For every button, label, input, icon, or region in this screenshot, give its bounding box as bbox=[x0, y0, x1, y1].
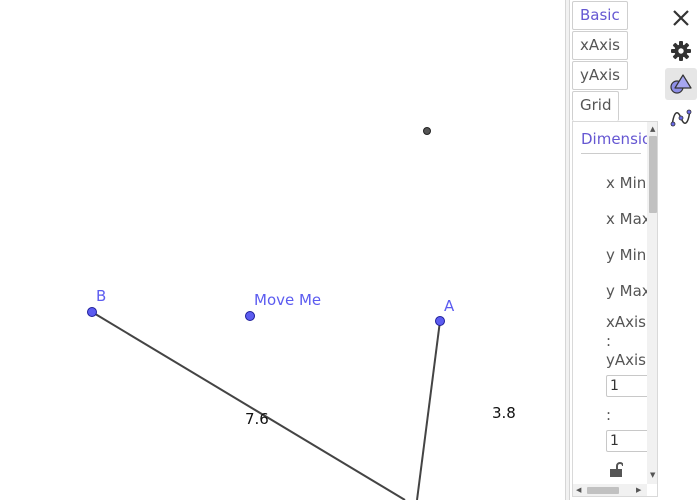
point-move-me[interactable] bbox=[245, 311, 255, 321]
point-move-me-label: Move Me bbox=[254, 291, 321, 309]
side-toolbar bbox=[662, 0, 700, 500]
scroll-down-arrow-icon[interactable]: ▼ bbox=[650, 471, 655, 479]
scroll-left-arrow-icon[interactable]: ◀ bbox=[576, 486, 581, 494]
ratio-separator: : bbox=[606, 406, 612, 424]
point-a-label: A bbox=[444, 297, 455, 315]
gear-icon bbox=[671, 41, 691, 61]
vertical-scroll-thumb[interactable] bbox=[649, 136, 657, 213]
horizontal-scroll-thumb[interactable] bbox=[587, 487, 619, 494]
yaxis-ratio-label: yAxis bbox=[606, 351, 646, 369]
properties-panel: Basic xAxis yAxis Grid Dimensions x Min:… bbox=[570, 0, 662, 500]
settings-button[interactable] bbox=[665, 35, 697, 67]
segment-a[interactable] bbox=[416, 320, 441, 500]
horizontal-scrollbar[interactable]: ◀ ▶ bbox=[573, 484, 647, 496]
graphics-canvas[interactable]: B Move Me A 7.6 3.8 bbox=[0, 0, 565, 500]
graphics-icon bbox=[670, 74, 692, 94]
segment-a-length-label: 3.8 bbox=[492, 404, 516, 422]
segment-b-length-label: 7.6 bbox=[245, 410, 269, 428]
graphics-view-button[interactable] bbox=[665, 68, 697, 100]
tab-basic[interactable]: Basic bbox=[572, 1, 628, 30]
basic-tab-content: Dimensions x Min: x Max: y Min: y Max: x… bbox=[572, 121, 658, 497]
close-icon bbox=[673, 10, 689, 26]
geometry-drawing: B Move Me A 7.6 3.8 bbox=[87, 127, 516, 500]
point-b[interactable] bbox=[87, 307, 97, 317]
vertical-scrollbar[interactable]: ▲ ▼ bbox=[647, 122, 657, 484]
algebra-view-button[interactable] bbox=[665, 102, 697, 134]
close-button[interactable] bbox=[665, 2, 697, 34]
point-b-label: B bbox=[96, 287, 106, 305]
point-a[interactable] bbox=[435, 316, 445, 326]
scroll-up-arrow-icon[interactable]: ▲ bbox=[650, 125, 655, 133]
scroll-right-arrow-icon[interactable]: ▶ bbox=[636, 486, 641, 494]
free-point[interactable] bbox=[423, 127, 431, 135]
tab-yaxis[interactable]: yAxis bbox=[572, 61, 628, 90]
ratio-colon: : bbox=[606, 332, 612, 350]
xaxis-ratio-label: xAxis bbox=[606, 313, 646, 331]
tab-grid[interactable]: Grid bbox=[572, 91, 620, 121]
tab-xaxis[interactable]: xAxis bbox=[572, 31, 628, 60]
segment-b[interactable] bbox=[91, 311, 406, 500]
section-divider bbox=[581, 153, 641, 154]
y-min-label: y Min: bbox=[606, 246, 652, 264]
unlock-icon[interactable] bbox=[609, 462, 623, 478]
x-min-label: x Min: bbox=[606, 174, 652, 192]
algebra-graph-icon bbox=[670, 109, 692, 127]
